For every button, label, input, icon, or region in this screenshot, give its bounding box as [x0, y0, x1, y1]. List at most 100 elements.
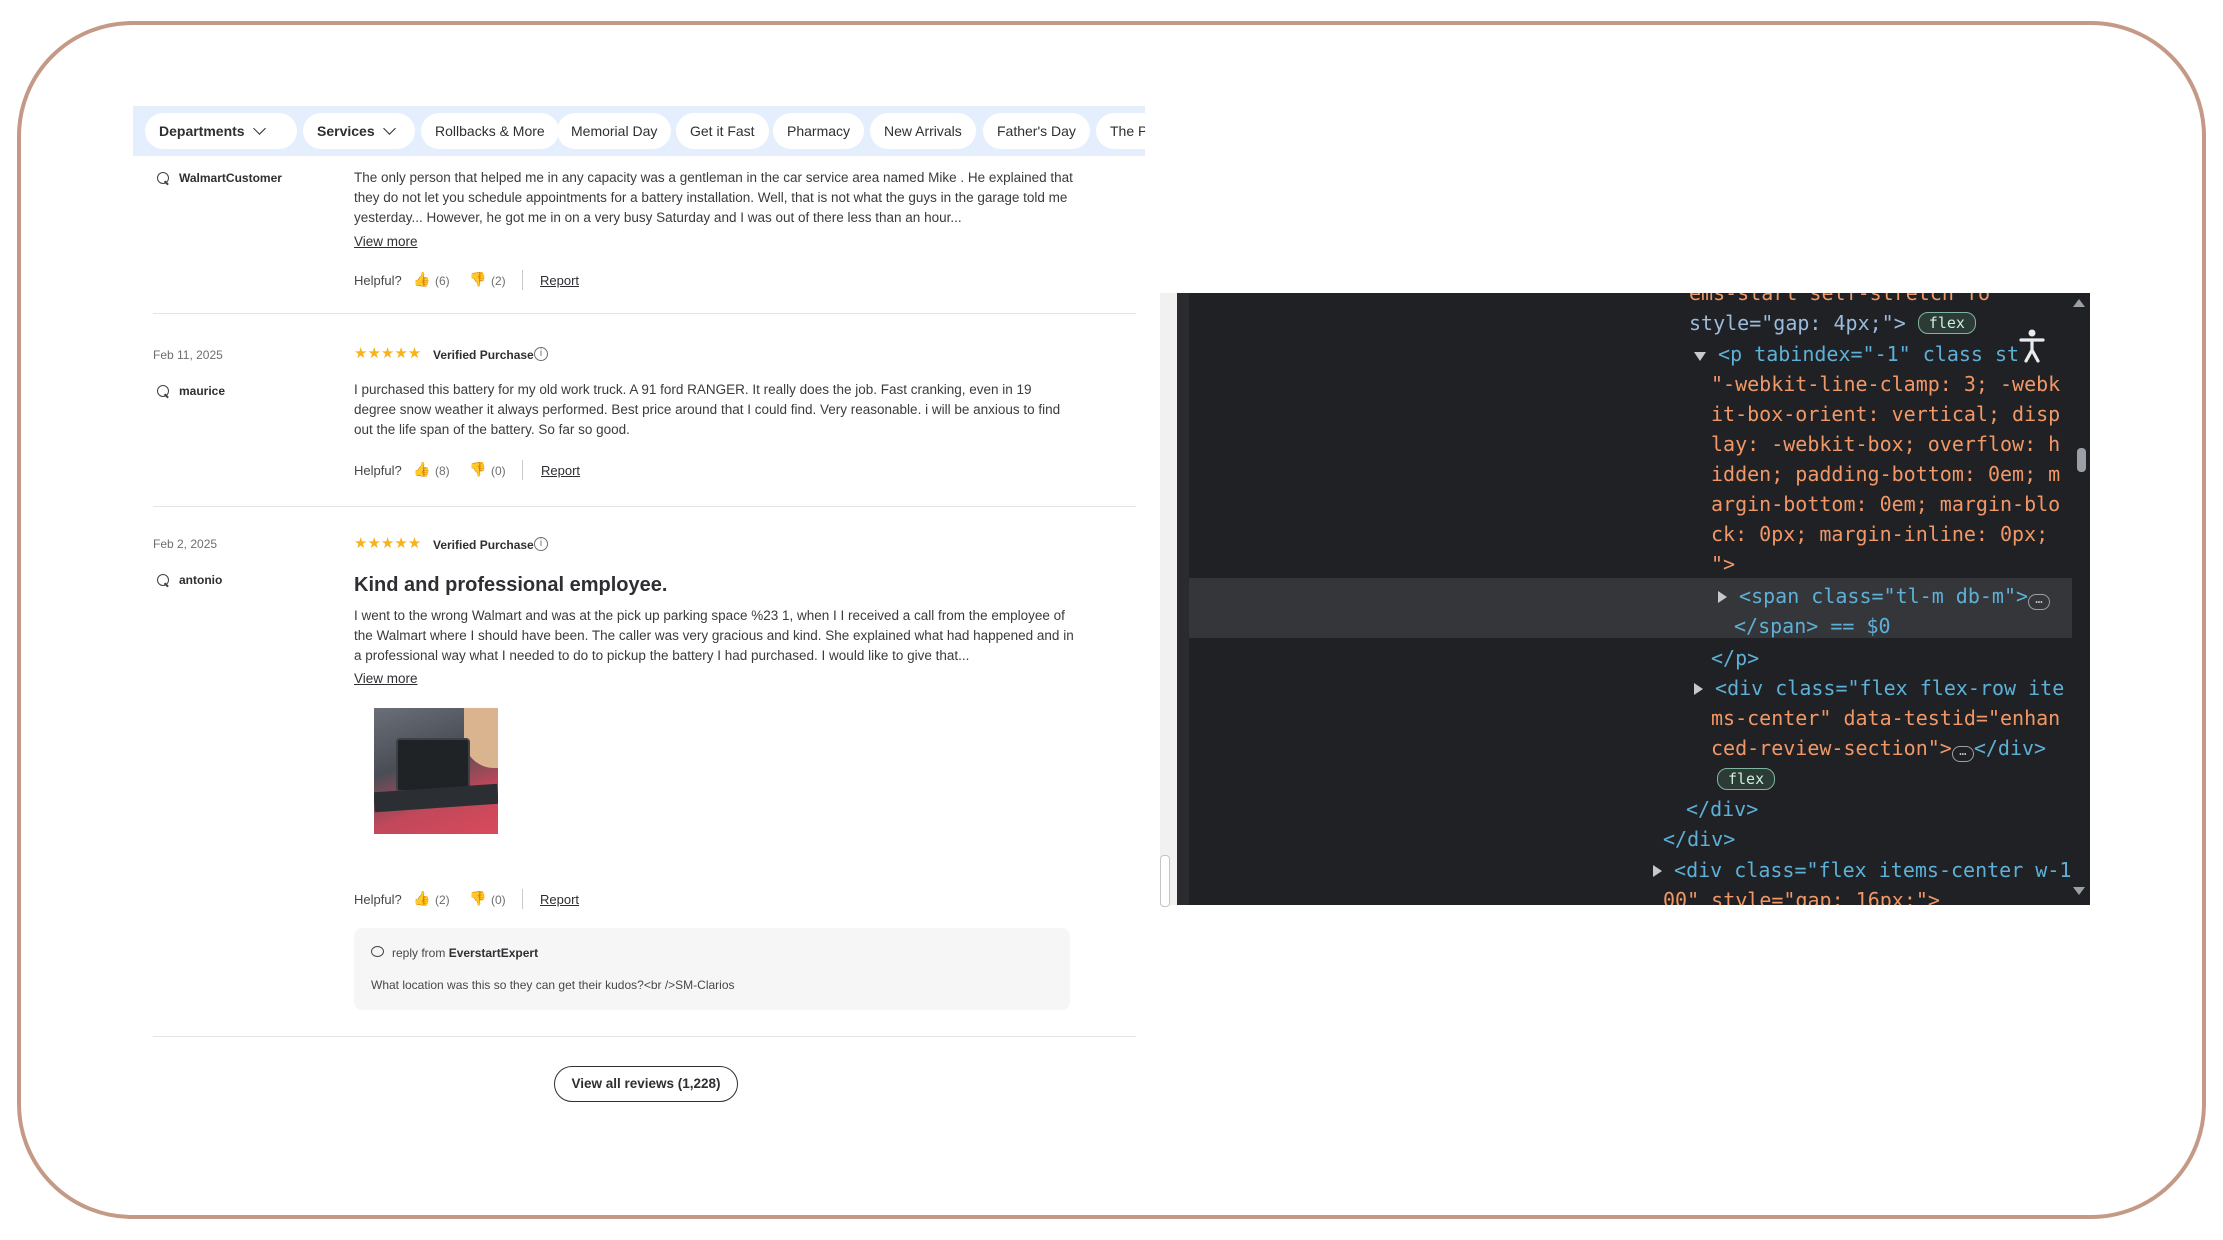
code-line-text: <span class="tl-m db-m"> — [1739, 584, 2029, 608]
nav-item-rollbacks[interactable]: Rollbacks & More — [421, 113, 559, 149]
review-divider — [153, 1036, 1136, 1037]
flex-badge[interactable]: flex — [1717, 768, 1776, 790]
helpful-label: Helpful? — [354, 463, 402, 478]
code-line-text: ced-review-section"> — [1711, 736, 1952, 760]
review-photo[interactable] — [374, 708, 498, 834]
services-dropdown[interactable]: Services — [303, 113, 415, 149]
reply-prefix: reply from — [392, 946, 449, 960]
photo-battery — [396, 738, 470, 792]
helpful-up-count: (8) — [435, 464, 450, 478]
code-line-text: <div class="flex flex-row ite — [1715, 676, 2065, 700]
thumbs-down-icon[interactable]: 👎 — [469, 461, 486, 478]
flex-badge[interactable]: flex — [1917, 312, 1976, 334]
helpful-down-count: (2) — [491, 274, 506, 288]
nav-item-memorial-day[interactable]: Memorial Day — [557, 113, 672, 149]
thumbs-up-icon[interactable]: 👍 — [413, 890, 430, 907]
view-more-link[interactable]: View more — [354, 671, 418, 686]
code-line-text: </p> — [1711, 646, 1760, 670]
code-line: 00" style="gap: 16px;"> — [1663, 888, 1940, 905]
photo-strap — [374, 783, 498, 813]
code-line: argin-bottom: 0em; margin-blo — [1711, 492, 2061, 516]
code-line: "-webkit-line-clamp: 3; -webk — [1711, 372, 2061, 396]
user-icon — [157, 574, 169, 586]
services-label: Services — [317, 123, 375, 139]
code-line: "> — [1711, 549, 1735, 579]
info-icon[interactable]: i — [534, 537, 548, 551]
category-nav-bar: Departments Services Rollbacks & More Me… — [133, 106, 1145, 156]
nav-item-the-p[interactable]: The P — [1096, 113, 1145, 149]
chevron-down-icon — [252, 122, 266, 135]
nav-item-pharmacy[interactable]: Pharmacy — [773, 113, 865, 149]
code-line: ems-start self-stretch fo — [1689, 293, 1991, 305]
code-line-text: style="gap: 4px;"> — [1689, 311, 1906, 335]
code-line: lay: -webkit-box; overflow: h — [1711, 432, 2061, 456]
nav-item-get-it-fast[interactable]: Get it Fast — [676, 113, 769, 149]
code-line[interactable]: style="gap: 4px;"> flex — [1689, 308, 1976, 338]
reviewer-name: antonio — [179, 573, 223, 587]
reply-from: reply from EverstartExpert — [392, 946, 538, 960]
scroll-up-arrow-icon[interactable] — [2073, 299, 2085, 307]
review-text: I purchased this battery for my old work… — [354, 382, 1061, 437]
code-line-text: <p tabindex="-1" class st — [1718, 342, 2020, 366]
divider — [522, 460, 523, 480]
view-all-reviews-button[interactable]: View all reviews (1,228) — [554, 1066, 738, 1102]
divider — [522, 889, 523, 909]
devtools-side-strip — [1160, 293, 1178, 905]
thumbs-down-icon[interactable]: 👎 — [469, 890, 486, 907]
collapse-triangle-icon[interactable] — [1694, 683, 1703, 695]
helpful-label: Helpful? — [354, 892, 402, 907]
devtools-scrollbar[interactable] — [2072, 293, 2090, 905]
review-divider — [153, 313, 1136, 314]
code-line-text: "> — [1711, 552, 1736, 576]
code-line-selected[interactable]: <span class="tl-m db-m">… — [1718, 581, 2051, 611]
code-line[interactable]: ced-review-section">… </div> — [1711, 733, 2046, 763]
thumbs-up-icon[interactable]: 👍 — [413, 271, 430, 288]
reviewer-name: maurice — [179, 384, 226, 398]
code-line-text: </span> == $0 — [1734, 614, 1891, 638]
code-line: ck: 0px; margin-inline: 0px; — [1711, 522, 2049, 546]
scrollbar-thumb[interactable] — [2077, 448, 2086, 472]
thumbs-up-icon[interactable]: 👍 — [413, 461, 430, 478]
report-link[interactable]: Report — [541, 463, 580, 478]
report-link[interactable]: Report — [540, 273, 579, 288]
reviewer-name: WalmartCustomer — [179, 171, 282, 185]
review-title: Kind and professional employee. — [354, 574, 668, 596]
nav-item-new-arrivals[interactable]: New Arrivals — [870, 113, 976, 149]
view-more-link[interactable]: View more — [354, 234, 418, 249]
code-line-text: </div> — [1663, 827, 1736, 851]
review-date: Feb 2, 2025 — [153, 537, 218, 551]
more-ellipsis-button[interactable]: … — [1951, 745, 1974, 762]
info-icon[interactable]: i — [534, 347, 548, 361]
nav-item-fathers-day[interactable]: Father's Day — [983, 113, 1090, 149]
departments-dropdown[interactable]: Departments — [145, 113, 297, 149]
helpful-label: Helpful? — [354, 273, 402, 288]
helpful-down-count: (0) — [491, 893, 506, 907]
more-ellipsis-button[interactable]: … — [2028, 593, 2051, 610]
verified-purchase-label: Verified Purchase — [433, 348, 534, 362]
review-date: Feb 11, 2025 — [153, 348, 223, 362]
expand-triangle-icon[interactable] — [1694, 352, 1706, 361]
code-line-text: </div> — [1973, 736, 2047, 760]
code-line: it-box-orient: vertical; disp — [1711, 402, 2061, 426]
seller-reply: reply from EverstartExpert What location… — [354, 928, 1070, 1010]
devtools-gutter — [1177, 293, 1189, 905]
code-line[interactable]: <p tabindex="-1" class st — [1694, 339, 2019, 369]
review-text: I went to the wrong Walmart and was at t… — [354, 608, 1074, 663]
helpful-up-count: (2) — [435, 893, 450, 907]
accessibility-icon[interactable] — [2019, 329, 2045, 363]
code-line[interactable]: flex — [1717, 764, 1776, 794]
thumbs-down-icon[interactable]: 👎 — [469, 271, 486, 288]
collapse-triangle-icon[interactable] — [1718, 591, 1727, 603]
report-link[interactable]: Report — [540, 892, 579, 907]
code-line-selected-close[interactable]: </span> == $0 — [1734, 611, 1891, 641]
code-line[interactable]: <div class="flex flex-row ite — [1694, 673, 2064, 703]
verified-purchase-label: Verified Purchase — [433, 538, 534, 552]
user-icon — [157, 172, 169, 184]
collapse-triangle-icon[interactable] — [1653, 865, 1662, 877]
scroll-down-arrow-icon[interactable] — [2073, 887, 2085, 895]
code-line: ms-center" data-testid="enhan — [1711, 706, 2061, 730]
devtools-resize-handle[interactable] — [1160, 855, 1170, 907]
chat-bubble-icon — [371, 946, 384, 957]
code-line[interactable]: <div class="flex items-center w-1 — [1653, 855, 2071, 885]
code-line-text: </div> — [1686, 797, 1759, 821]
